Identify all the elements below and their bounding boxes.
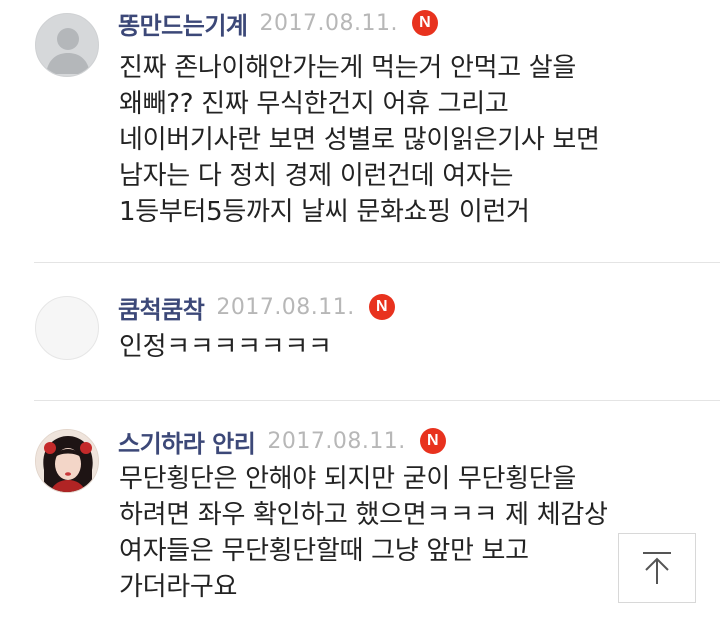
user-silhouette-icon	[46, 28, 90, 74]
comment-date: 2017.08.11.	[216, 294, 355, 320]
comment-meta: 스기하라 안리 2017.08.11. N	[118, 424, 446, 459]
profile-photo-icon	[36, 430, 98, 492]
comment-nickname[interactable]: 쿰척쿰착	[118, 290, 205, 325]
comment-text-line: 하려면 좌우 확인하고 했으면ㅋㅋㅋ 제 체감상	[119, 500, 608, 530]
comment-nickname[interactable]: 똥만드는기계	[118, 6, 248, 41]
profile-photo[interactable]	[35, 429, 99, 493]
comment-meta: 쿰척쿰착 2017.08.11. N	[118, 290, 395, 325]
comment-text-line: 진짜 존나이해안가는게 먹는거 안먹고 살을	[119, 53, 577, 83]
comment-text-line: 여자들은 무단횡단할때 그냥 앞만 보고	[119, 536, 529, 566]
default-user-icon[interactable]	[35, 13, 99, 77]
new-badge-icon: N	[419, 428, 446, 454]
scroll-to-top-button[interactable]	[618, 533, 696, 603]
new-badge-icon: N	[368, 294, 395, 320]
comment-item: 똥만드는기계 2017.08.11. N 진짜 존나이해안가는게 먹는거 안먹고…	[0, 0, 720, 262]
new-badge-icon: N	[411, 10, 438, 36]
comment-text-line: 남자는 다 정치 경제 이런건데 여자는	[119, 161, 514, 191]
blank-avatar[interactable]	[35, 296, 99, 360]
comment-date: 2017.08.11.	[259, 10, 398, 36]
comment-text-line: 왜빼?? 진짜 무식한건지 어휴 그리고	[119, 89, 509, 119]
comment-text-line: 인정ㅋㅋㅋㅋㅋㅋㅋ	[119, 332, 332, 362]
comment-nickname[interactable]: 스기하라 안리	[118, 424, 256, 459]
comment-text-line: 네이버기사란 보면 성별로 많이읽은기사 보면	[119, 125, 600, 155]
comment-text-line: 1등부터5등까지 날씨 문화쇼핑 이런거	[119, 197, 530, 227]
arrow-up-icon	[643, 552, 671, 584]
comment-text-line: 무단횡단은 안해야 되지만 굳이 무단횡단을	[119, 464, 577, 494]
comment-meta: 똥만드는기계 2017.08.11. N	[118, 6, 438, 41]
comment-item: 쿰척쿰착 2017.08.11. N 인정ㅋㅋㅋㅋㅋㅋㅋ	[0, 263, 720, 400]
comment-text-line: 가더라구요	[119, 572, 238, 602]
comment-date: 2017.08.11.	[267, 428, 406, 454]
comment-item: 스기하라 안리 2017.08.11. N 무단횡단은 안해야 되지만 굳이 무…	[0, 401, 720, 623]
